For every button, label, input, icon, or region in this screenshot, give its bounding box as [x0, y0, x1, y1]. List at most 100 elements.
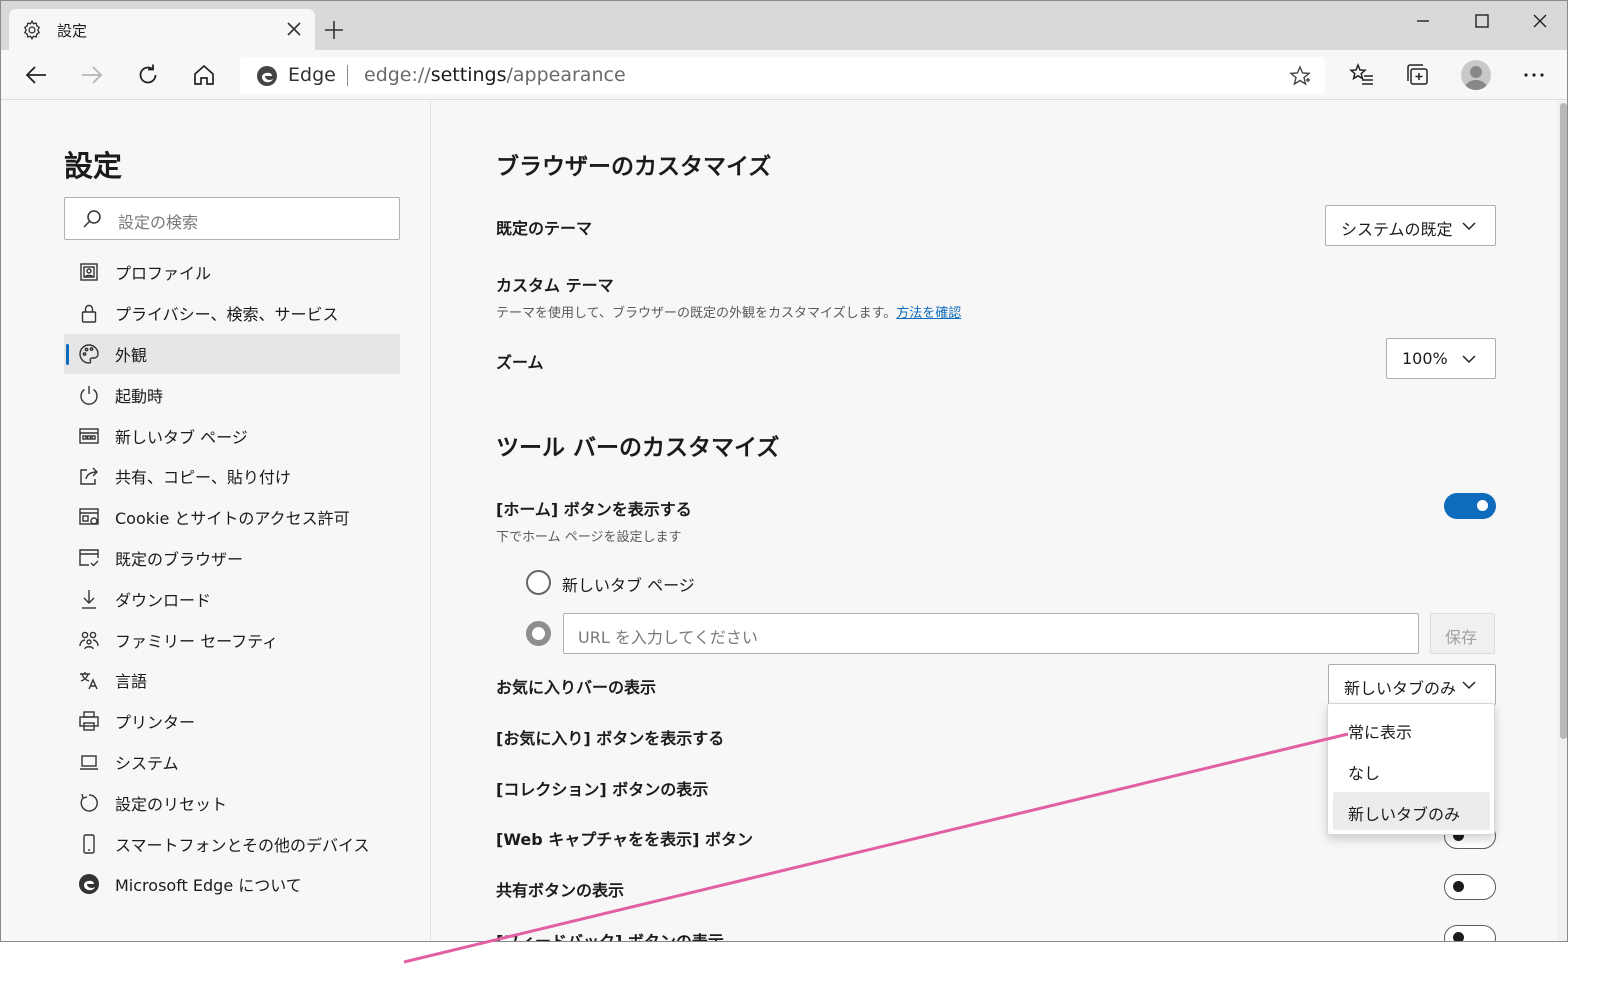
radio-new-tab-page[interactable]	[526, 570, 551, 595]
family-icon	[79, 631, 99, 649]
sidebar-title: 設定	[64, 149, 123, 183]
home-button-desc: 下でホーム ページを設定します	[496, 530, 682, 545]
url-input[interactable]: URL を入力してください	[563, 613, 1419, 654]
forward-icon[interactable]	[79, 62, 105, 88]
home-icon[interactable]	[191, 62, 217, 88]
menu-item-always[interactable]: 常に表示	[1333, 710, 1490, 748]
favorites-bar-label: お気に入りバーの表示	[496, 678, 657, 697]
new-tab-icon[interactable]	[323, 19, 345, 41]
sidebar-item-cookies[interactable]: Cookie とサイトのアクセス許可	[64, 497, 400, 538]
sidebar-item-profiles[interactable]: プロファイル	[64, 252, 400, 293]
sidebar-item-share-copy-paste[interactable]: 共有、コピー、貼り付け	[64, 456, 400, 497]
favorite-star-icon[interactable]	[1289, 65, 1311, 87]
search-input[interactable]: 設定の検索	[64, 197, 400, 240]
share-icon	[80, 467, 98, 486]
sidebar-item-label: プロファイル	[115, 264, 212, 284]
sidebar-item-label: システム	[115, 753, 179, 773]
address-separator	[347, 65, 348, 86]
default-browser-icon	[79, 549, 99, 567]
toggle-knob	[1477, 500, 1488, 511]
browser-toolbar: Edge edge://settings/appearance	[1, 50, 1567, 100]
chevron-down-icon	[1462, 355, 1476, 364]
favorites-bar-dropdown-value: 新しいタブのみ	[1344, 679, 1457, 698]
sidebar-item-label: Cookie とサイトのアクセス許可	[115, 509, 350, 529]
zoom-dropdown[interactable]: 100%	[1386, 338, 1496, 379]
close-icon[interactable]	[285, 20, 303, 38]
power-icon	[80, 385, 98, 405]
avatar[interactable]	[1461, 60, 1491, 90]
browser-customize-heading: ブラウザーのカスタマイズ	[496, 154, 772, 180]
sidebar-item-new-tab-page[interactable]: 新しいタブ ページ	[64, 415, 400, 456]
sidebar-item-label: プリンター	[115, 713, 196, 733]
favorites-icon[interactable]	[1349, 62, 1375, 88]
radio-url[interactable]	[526, 621, 551, 646]
gear-icon	[23, 19, 41, 41]
sidebar-item-languages[interactable]: 言語	[64, 660, 400, 701]
edge-logo-icon	[79, 874, 99, 895]
refresh-icon[interactable]	[135, 62, 161, 88]
window-close-icon[interactable]	[1516, 7, 1564, 35]
sidebar-item-label: 外観	[115, 345, 148, 365]
web-capture-button-label: [Web キャプチャをを表示] ボタン	[496, 830, 753, 849]
share-button-toggle[interactable]	[1444, 874, 1496, 900]
more-options-icon[interactable]	[1521, 62, 1547, 88]
custom-theme-label: カスタム テーマ	[496, 276, 614, 295]
sidebar-item-downloads[interactable]: ダウンロード	[64, 578, 400, 619]
maximize-icon[interactable]	[1458, 7, 1506, 35]
favorites-bar-dropdown[interactable]: 新しいタブのみ	[1328, 664, 1496, 705]
menu-item-none[interactable]: なし	[1333, 751, 1490, 789]
collections-icon[interactable]	[1405, 62, 1431, 88]
toolbar-customize-heading: ツール バーのカスタマイズ	[496, 435, 780, 461]
profile-icon	[80, 263, 98, 282]
sidebar-item-appearance[interactable]: 外観	[64, 333, 400, 375]
toggle-knob	[1453, 881, 1464, 892]
radio-new-tab-page-label: 新しいタブ ページ	[562, 576, 695, 595]
sidebar-item-label: 言語	[115, 672, 148, 692]
sidebar-item-label: プライバシー、検索、サービス	[115, 305, 339, 325]
theme-dropdown-value: システムの既定	[1341, 220, 1453, 239]
title-bar: 設定	[1, 1, 1567, 50]
menu-item-new-tab-only[interactable]: 新しいタブのみ	[1333, 792, 1490, 830]
save-button-label: 保存	[1445, 628, 1478, 647]
url-text[interactable]: edge://settings/appearance	[364, 64, 626, 86]
edge-logo-icon	[257, 66, 277, 86]
sidebar-item-label: 起動時	[115, 386, 164, 406]
tab-title: 設定	[57, 22, 88, 40]
save-button[interactable]: 保存	[1430, 613, 1495, 654]
sidebar-item-label: 共有、コピー、貼り付け	[115, 468, 291, 488]
zoom-dropdown-value: 100%	[1402, 349, 1448, 368]
sidebar-item-privacy[interactable]: プライバシー、検索、サービス	[64, 293, 400, 334]
minimize-icon[interactable]	[1399, 7, 1447, 35]
sidebar-item-family-safety[interactable]: ファミリー セーフティ	[64, 619, 400, 660]
sidebar-item-label: 既定のブラウザー	[115, 549, 244, 569]
feedback-button-toggle[interactable]	[1444, 925, 1496, 941]
profile-avatar-icon	[1465, 66, 1487, 90]
language-icon	[80, 672, 98, 690]
toggle-knob	[1453, 932, 1464, 941]
url-input-placeholder: URL を入力してください	[578, 628, 758, 647]
home-button-toggle[interactable]	[1444, 493, 1496, 519]
sidebar-item-system[interactable]: システム	[64, 742, 400, 783]
home-button-label: [ホーム] ボタンを表示する	[496, 500, 692, 519]
sidebar-item-phone-devices[interactable]: スマートフォンとその他のデバイス	[64, 823, 400, 864]
sidebar-item-reset[interactable]: 設定のリセット	[64, 782, 400, 823]
search-placeholder: 設定の検索	[118, 213, 199, 232]
site-name: Edge	[288, 64, 336, 86]
sidebar-item-startup[interactable]: 起動時	[64, 374, 400, 415]
address-bar[interactable]: Edge edge://settings/appearance	[240, 57, 1325, 94]
printer-icon	[79, 711, 99, 731]
lock-icon	[81, 305, 97, 323]
sidebar-item-default-browser[interactable]: 既定のブラウザー	[64, 538, 400, 579]
learn-more-link[interactable]: 方法を確認	[896, 306, 961, 321]
sidebar-item-printers[interactable]: プリンター	[64, 701, 400, 742]
sidebar-item-about[interactable]: Microsoft Edge について	[64, 864, 400, 905]
theme-dropdown[interactable]: システムの既定	[1325, 205, 1496, 246]
feedback-button-label: [フィードバック] ボタンの表示	[496, 932, 724, 942]
tab-settings[interactable]: 設定	[9, 9, 315, 50]
favorites-bar-menu: 常に表示 なし 新しいタブのみ	[1327, 703, 1495, 835]
back-icon[interactable]	[23, 62, 49, 88]
scrollbar-thumb[interactable]	[1560, 103, 1567, 739]
sidebar-item-label: Microsoft Edge について	[115, 876, 302, 896]
custom-theme-desc: テーマを使用して、ブラウザーの既定の外観をカスタマイズします。方法を確認	[496, 306, 962, 321]
sidebar-item-label: ダウンロード	[115, 590, 212, 610]
